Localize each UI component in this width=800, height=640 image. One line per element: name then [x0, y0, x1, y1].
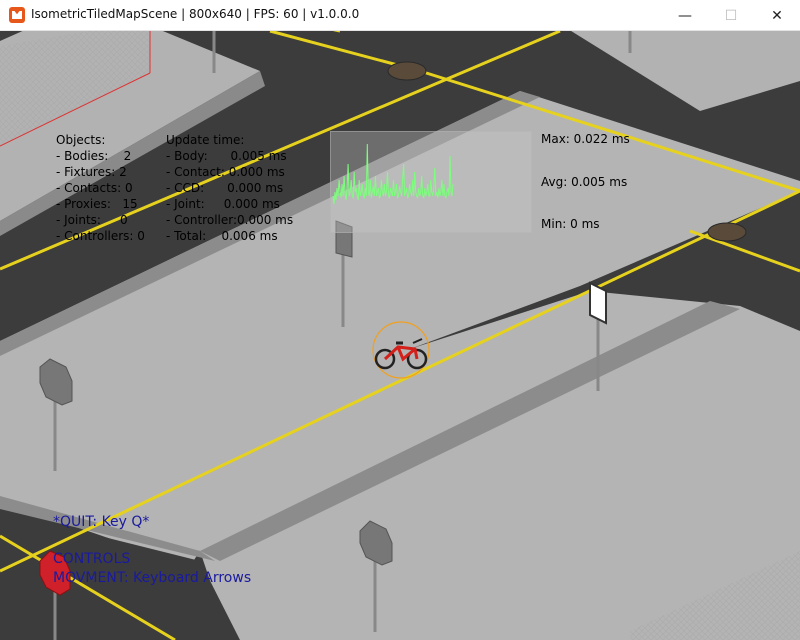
graph-min: Min: 0 ms	[541, 217, 600, 231]
graph-max: Max: 0.022 ms	[541, 132, 630, 146]
graph-avg: Avg: 0.005 ms	[541, 175, 628, 189]
quit-hint: *QUIT: Key Q*	[53, 514, 150, 530]
monogame-icon	[9, 7, 25, 23]
update-body: - Body: 0.005 ms	[166, 149, 287, 163]
window-title: IsometricTiledMapScene | 800x640 | FPS: …	[31, 7, 360, 21]
objects-proxies: - Proxies: 15	[56, 197, 138, 211]
graph-series-line	[332, 143, 454, 205]
update-joint: - Joint: 0.000 ms	[166, 197, 280, 211]
close-button[interactable]: ✕	[754, 0, 800, 31]
isometric-map	[0, 31, 800, 640]
manhole-cover	[707, 222, 747, 242]
window-titlebar: IsometricTiledMapScene | 800x640 | FPS: …	[0, 0, 800, 31]
update-ccd: - CCD: 0.000 ms	[166, 181, 284, 195]
update-controller: - Controller:0.000 ms	[166, 213, 294, 227]
objects-controllers: - Controllers: 0	[56, 229, 145, 243]
objects-heading: Objects:	[56, 133, 106, 147]
game-viewport[interactable]: Objects: - Bodies: 2 - Fixtures: 2 - Con…	[0, 31, 800, 640]
performance-graph-line	[332, 143, 454, 205]
objects-joints: - Joints: 0	[56, 213, 128, 227]
performance-graph	[330, 131, 532, 233]
movement-hint: MOVMENT: Keyboard Arrows	[53, 570, 252, 586]
controls-heading: CONTROLS	[53, 551, 131, 567]
objects-bodies: - Bodies: 2	[56, 149, 132, 163]
objects-contacts: - Contacts: 0	[56, 181, 133, 195]
objects-fixtures: - Fixtures: 2	[56, 165, 127, 179]
maximize-button[interactable]: ☐	[708, 0, 754, 31]
update-heading: Update time:	[166, 133, 245, 147]
manhole-cover	[387, 61, 427, 81]
physics-objects-panel: Objects: - Bodies: 2 - Fixtures: 2 - Con…	[56, 132, 145, 244]
update-contact: - Contact: 0.000 ms	[166, 165, 285, 179]
update-total: - Total: 0.006 ms	[166, 229, 278, 243]
minimize-button[interactable]: —	[662, 0, 708, 31]
update-time-panel: Update time: - Body: 0.005 ms - Contact:…	[166, 132, 293, 244]
